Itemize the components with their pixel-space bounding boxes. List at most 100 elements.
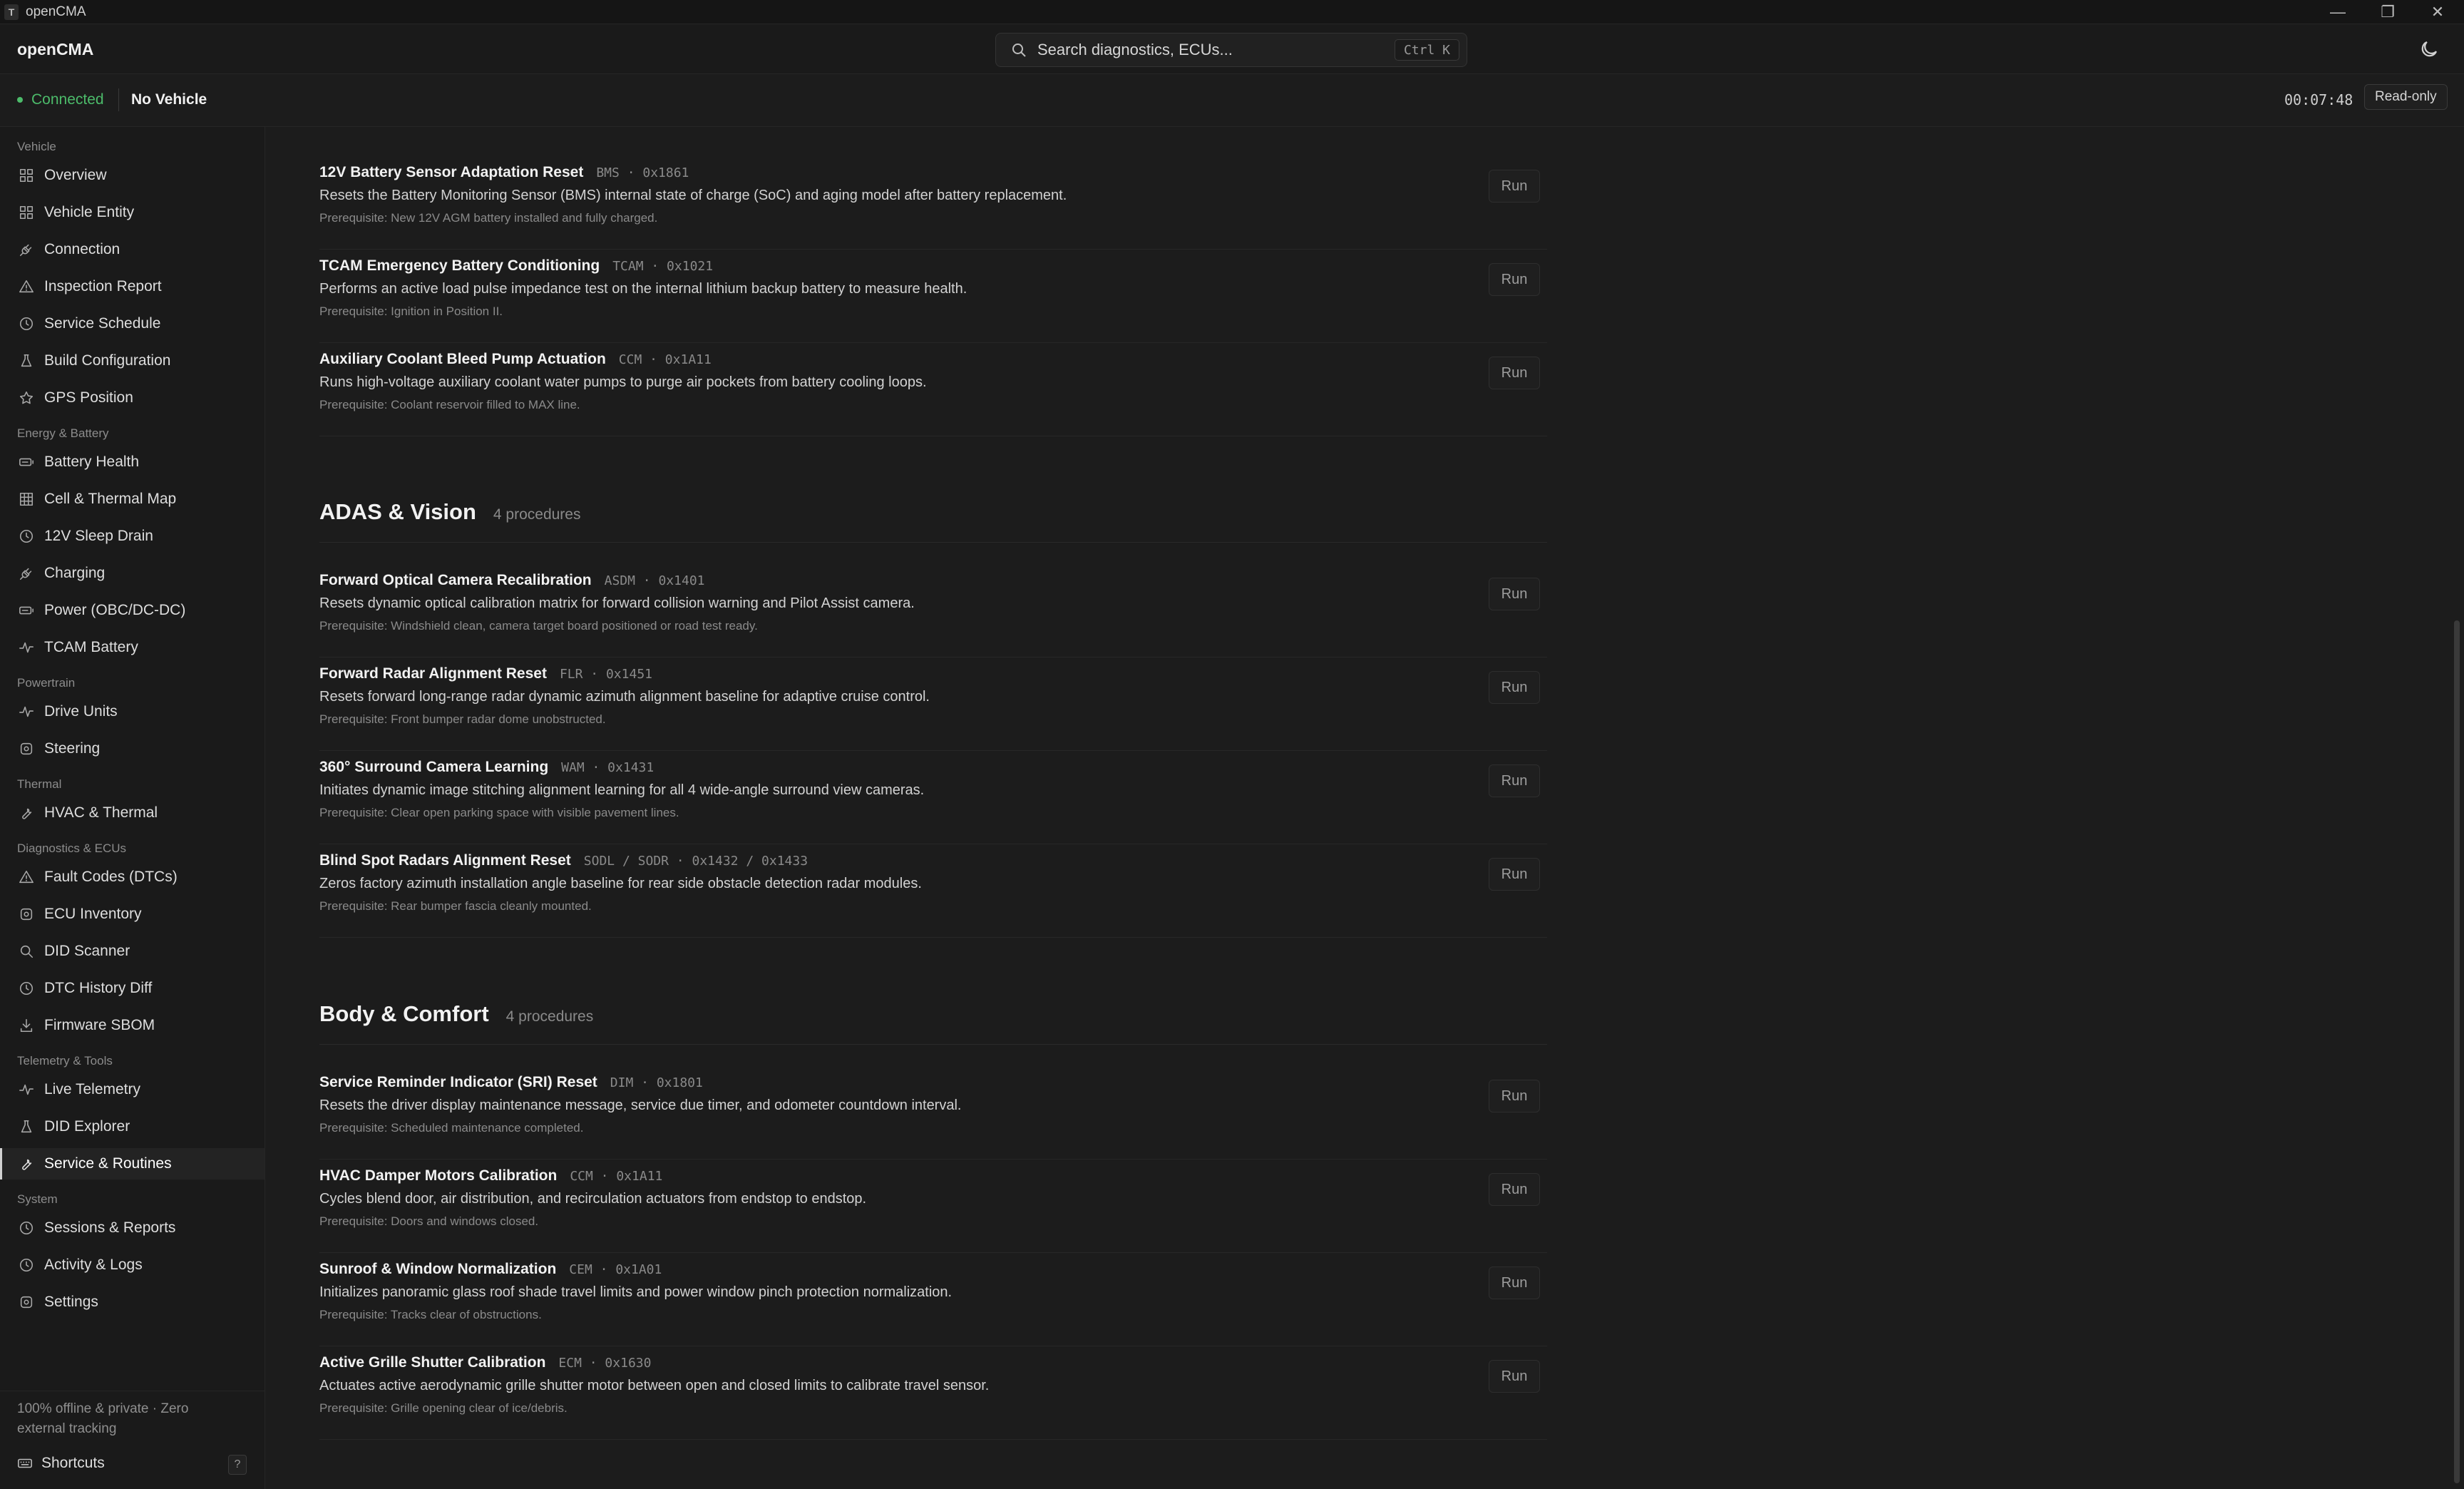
sidebar-item-label: Firmware SBOM: [44, 1017, 155, 1033]
sidebar-section-label: Powertrain: [17, 676, 76, 690]
procedure-description: Resets forward long-range radar dynamic …: [319, 689, 930, 705]
sidebar-item-live-telemetry[interactable]: Live Telemetry: [0, 1074, 265, 1105]
procedure-header: Forward Optical Camera Recalibration ASDM…: [319, 572, 705, 589]
sidebar-item-label: Build Configuration: [44, 352, 171, 369]
run-button[interactable]: Run: [1489, 578, 1540, 610]
shortcuts-key-badge[interactable]: ?: [228, 1455, 247, 1475]
procedure-row: 360° Surround Camera Learning WAM · 0x143…: [319, 759, 1547, 852]
sidebar-item-hvac-thermal[interactable]: HVAC & Thermal: [0, 797, 265, 829]
sidebar-item-drive-units[interactable]: Drive Units: [0, 696, 265, 727]
sidebar-item-label: Sessions & Reports: [44, 1219, 176, 1236]
sidebar-item-connection[interactable]: Connection: [0, 234, 265, 265]
sidebar-item-12v-sleep-drain[interactable]: 12V Sleep Drain: [0, 521, 265, 552]
group-count: 4 procedures: [505, 1008, 594, 1025]
sidebar-item-did-scanner[interactable]: DID Scanner: [0, 936, 265, 967]
sidebar-item-steering[interactable]: Steering: [0, 733, 265, 764]
procedure-name: Forward Radar Alignment Reset: [319, 665, 547, 682]
procedure-prerequisite: Prerequisite: Coolant reservoir filled t…: [319, 398, 580, 411]
triangle-icon: [19, 869, 34, 885]
scrollbar[interactable]: [2454, 620, 2460, 1483]
group-header: Body & Comfort 4 procedures: [319, 1001, 593, 1027]
sidebar-item-activity-logs[interactable]: Activity & Logs: [0, 1249, 265, 1281]
sidebar-item-label: Battery Health: [44, 454, 140, 470]
procedure-prerequisite: Prerequisite: Windshield clean, camera t…: [319, 619, 758, 633]
sidebar-item-label: DID Explorer: [44, 1118, 130, 1135]
sidebar-item-sessions-reports[interactable]: Sessions & Reports: [0, 1212, 265, 1244]
sidebar-item-battery-health[interactable]: Battery Health: [0, 446, 265, 478]
run-button[interactable]: Run: [1489, 357, 1540, 389]
sidebar-item-firmware-sbom[interactable]: Firmware SBOM: [0, 1010, 265, 1041]
run-button[interactable]: Run: [1489, 1267, 1540, 1299]
procedure-name: Blind Spot Radars Alignment Reset: [319, 852, 571, 869]
close-button[interactable]: ✕: [2413, 0, 2463, 24]
keyboard-icon: [17, 1455, 33, 1471]
run-button[interactable]: Run: [1489, 1173, 1540, 1206]
sidebar-item-dtc-history-diff[interactable]: DTC History Diff: [0, 973, 265, 1004]
sidebar-item-service-schedule[interactable]: Service Schedule: [0, 308, 265, 339]
row-divider: [319, 1159, 1547, 1160]
sidebar-item-vehicle-entity[interactable]: Vehicle Entity: [0, 197, 265, 228]
group-title: Body & Comfort: [319, 1001, 489, 1026]
wrench-icon: [19, 805, 34, 821]
procedure-ecu-did: WAM · 0x1431: [561, 760, 654, 775]
moon-icon[interactable]: [2418, 39, 2440, 60]
sidebar-item-inspection-report[interactable]: Inspection Report: [0, 271, 265, 302]
sidebar-item-charging[interactable]: Charging: [0, 558, 265, 589]
sidebar-item-cell-thermal-map[interactable]: Cell & Thermal Map: [0, 483, 265, 515]
group-title: ADAS & Vision: [319, 499, 476, 524]
sidebar-item-did-explorer[interactable]: DID Explorer: [0, 1111, 265, 1142]
table-icon: [19, 491, 34, 507]
sidebar-item-service-routines[interactable]: Service & Routines: [0, 1148, 265, 1180]
sidebar-item-gps-position[interactable]: GPS Position: [0, 382, 265, 414]
row-divider: [319, 249, 1547, 250]
run-button[interactable]: Run: [1489, 1360, 1540, 1393]
maximize-button[interactable]: ❐: [2363, 0, 2413, 24]
battery-icon: [19, 603, 34, 618]
run-button[interactable]: Run: [1489, 170, 1540, 203]
minimize-button[interactable]: —: [2313, 0, 2363, 24]
sidebar-item-ecu-inventory[interactable]: ECU Inventory: [0, 899, 265, 930]
run-button[interactable]: Run: [1489, 1080, 1540, 1112]
run-button[interactable]: Run: [1489, 764, 1540, 797]
sidebar-item-label: 12V Sleep Drain: [44, 528, 153, 544]
sidebar-item-settings[interactable]: Settings: [0, 1286, 265, 1318]
clock-icon: [19, 528, 34, 544]
shortcuts-button[interactable]: Shortcuts: [17, 1455, 105, 1472]
procedure-name: 360° Surround Camera Learning: [319, 759, 549, 775]
triangle-icon: [19, 279, 34, 295]
sidebar-section-label: Diagnostics & ECUs: [17, 841, 127, 855]
procedure-header: Sunroof & Window Normalization CEM · 0x1A…: [319, 1261, 662, 1278]
row-divider: [319, 342, 1547, 343]
procedure-description: Actuates active aerodynamic grille shutt…: [319, 1378, 990, 1393]
procedure-description: Cycles blend door, air distribution, and…: [319, 1191, 867, 1207]
procedure-ecu-did: SODL / SODR · 0x1432 / 0x1433: [583, 854, 808, 869]
run-button[interactable]: Run: [1489, 671, 1540, 704]
procedure-header: Service Reminder Indicator (SRI) Reset DI…: [319, 1074, 703, 1091]
run-button[interactable]: Run: [1489, 263, 1540, 296]
brand-logo[interactable]: openCMA: [17, 40, 93, 59]
sidebar-item-label: Vehicle Entity: [44, 204, 135, 220]
search-input[interactable]: Search diagnostics, ECUs... Ctrl K: [995, 33, 1467, 67]
sidebar: Vehicle Overview Vehicle Entity Connection I…: [0, 127, 265, 1489]
status-bar: Connected No Vehicle 00:07:48 Read-only: [0, 74, 2464, 127]
search-shortcut-badge: Ctrl K: [1394, 39, 1459, 61]
session-timer: 00:07:48: [2284, 91, 2353, 108]
sidebar-section-label: Telemetry & Tools: [17, 1054, 113, 1068]
sidebar-item-label: Live Telemetry: [44, 1081, 141, 1097]
sidebar-item-overview[interactable]: Overview: [0, 160, 265, 191]
procedure-prerequisite: Prerequisite: New 12V AGM battery instal…: [319, 211, 658, 225]
sidebar-item-build-configuration[interactable]: Build Configuration: [0, 345, 265, 377]
run-button[interactable]: Run: [1489, 858, 1540, 891]
sidebar-item-power-obc-dc-dc[interactable]: Power (OBC/DC-DC): [0, 595, 265, 626]
main-content: 12V Battery Sensor Adaptation Reset BMS ·…: [265, 127, 2464, 1489]
group-divider: [319, 542, 1547, 543]
sidebar-item-tcam-battery[interactable]: TCAM Battery: [0, 632, 265, 663]
window-titlebar: T openCMA — ❐ ✕: [0, 0, 2464, 24]
sidebar-item-label: Inspection Report: [44, 278, 162, 295]
procedure-description: Resets the Battery Monitoring Sensor (BM…: [319, 188, 1067, 203]
status-divider: [118, 88, 119, 111]
sidebar-item-label: HVAC & Thermal: [44, 804, 158, 821]
procedure-ecu-did: BMS · 0x1861: [596, 165, 689, 180]
sidebar-item-fault-codes-dtcs[interactable]: Fault Codes (DTCs): [0, 861, 265, 893]
procedure-prerequisite: Prerequisite: Grille opening clear of ic…: [319, 1401, 568, 1415]
